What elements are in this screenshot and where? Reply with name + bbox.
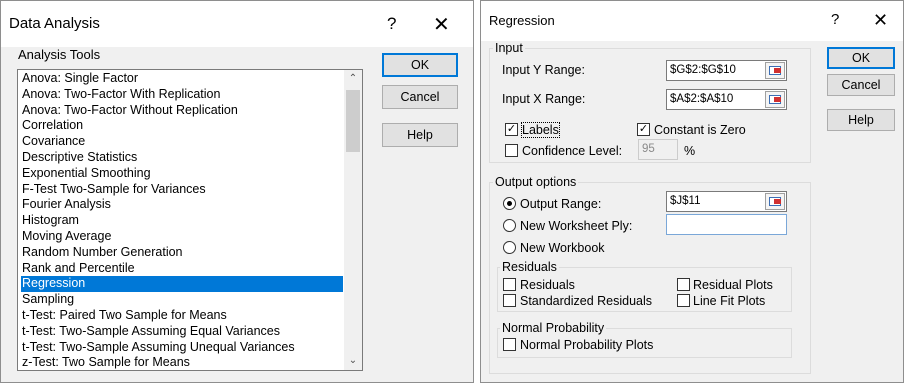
new-workbook-label: New Workbook: [520, 241, 605, 255]
regression-dialog: Regression ? ✕ Input Input Y Range: $G$2…: [480, 0, 904, 383]
range-select-icon[interactable]: [765, 91, 785, 108]
list-item[interactable]: Moving Average: [21, 229, 343, 245]
tools-scrollbar[interactable]: ⌃ ⌄: [344, 70, 362, 370]
list-item[interactable]: Correlation: [21, 118, 343, 134]
output-range-field[interactable]: $J$11: [666, 191, 787, 212]
ok-button[interactable]: OK: [827, 47, 895, 69]
confidence-level-label: Confidence Level:: [522, 144, 623, 158]
constant-is-zero-label: Constant is Zero: [654, 123, 746, 137]
output-range-radio[interactable]: [503, 197, 516, 210]
labels-checkbox[interactable]: ✓: [505, 123, 518, 136]
residuals-group-label: Residuals: [500, 260, 559, 274]
list-item[interactable]: Exponential Smoothing: [21, 166, 343, 182]
list-item[interactable]: Histogram: [21, 213, 343, 229]
output-range-label: Output Range:: [520, 197, 602, 211]
list-item[interactable]: F-Test Two-Sample for Variances: [21, 182, 343, 198]
input-x-range-label: Input X Range:: [502, 92, 586, 106]
labels-label: Labels: [521, 122, 560, 138]
scroll-thumb[interactable]: [346, 90, 360, 152]
regression-title: Regression: [489, 13, 555, 28]
data-analysis-title: Data Analysis: [9, 15, 100, 32]
range-select-icon[interactable]: [765, 62, 785, 79]
residuals-checkbox[interactable]: [503, 278, 516, 291]
percent-sign: %: [684, 144, 696, 158]
close-icon[interactable]: ✕: [873, 10, 888, 31]
help-button[interactable]: Help: [382, 123, 458, 147]
input-y-range-value: $G$2:$G$10: [670, 64, 736, 76]
residuals-label: Residuals: [520, 278, 575, 292]
new-worksheet-label: New Worksheet Ply:: [520, 219, 633, 233]
cancel-button[interactable]: Cancel: [827, 74, 895, 96]
analysis-tools-label: Analysis Tools: [18, 47, 101, 62]
list-item[interactable]: t-Test: Two-Sample Assuming Equal Varian…: [21, 324, 343, 340]
list-item[interactable]: Sampling: [21, 292, 343, 308]
help-button[interactable]: Help: [827, 109, 895, 131]
confidence-level-checkbox[interactable]: [505, 144, 518, 157]
new-worksheet-radio[interactable]: [503, 219, 516, 232]
list-item[interactable]: t-Test: Two-Sample Assuming Unequal Vari…: [21, 340, 343, 356]
input-y-range-label: Input Y Range:: [502, 63, 585, 77]
output-range-value: $J$11: [670, 195, 701, 207]
list-item[interactable]: Anova: Two-Factor Without Replication: [21, 103, 343, 119]
list-item[interactable]: Fourier Analysis: [21, 197, 343, 213]
list-item[interactable]: Anova: Single Factor: [21, 71, 343, 87]
input-y-range-field[interactable]: $G$2:$G$10: [666, 60, 787, 81]
confidence-level-field[interactable]: 95: [638, 139, 678, 160]
close-icon[interactable]: ✕: [433, 12, 450, 37]
analysis-tools-list[interactable]: Anova: Single Factor Anova: Two-Factor Wi…: [17, 69, 363, 371]
standardized-residuals-label: Standardized Residuals: [520, 294, 653, 308]
list-item[interactable]: Descriptive Statistics: [21, 150, 343, 166]
standardized-residuals-checkbox[interactable]: [503, 294, 516, 307]
scroll-up-icon[interactable]: ⌃: [344, 70, 362, 88]
input-x-range-field[interactable]: $A$2:$A$10: [666, 89, 787, 110]
list-item[interactable]: Random Number Generation: [21, 245, 343, 261]
normal-probability-plots-label: Normal Probability Plots: [520, 338, 654, 352]
scroll-down-icon[interactable]: ⌄: [344, 352, 362, 370]
ok-button[interactable]: OK: [382, 53, 458, 77]
data-analysis-dialog: Data Analysis ? ✕ Analysis Tools Anova: …: [0, 0, 474, 383]
list-item[interactable]: Regression: [21, 276, 343, 293]
new-workbook-radio[interactable]: [503, 241, 516, 254]
input-x-range-value: $A$2:$A$10: [670, 93, 734, 105]
list-item[interactable]: t-Test: Paired Two Sample for Means: [21, 308, 343, 324]
normal-probability-plots-checkbox[interactable]: [503, 338, 516, 351]
normal-probability-group-label: Normal Probability: [500, 321, 607, 335]
output-options-label: Output options: [493, 175, 579, 189]
residual-plots-checkbox[interactable]: [677, 278, 690, 291]
range-select-icon[interactable]: [765, 193, 785, 210]
help-icon[interactable]: ?: [831, 11, 839, 28]
data-analysis-titlebar: Data Analysis ? ✕: [1, 1, 473, 47]
input-group-label: Input: [493, 41, 525, 55]
line-fit-plots-checkbox[interactable]: [677, 294, 690, 307]
line-fit-plots-label: Line Fit Plots: [693, 294, 766, 308]
list-item[interactable]: Covariance: [21, 134, 343, 150]
list-item[interactable]: Anova: Two-Factor With Replication: [21, 87, 343, 103]
list-item[interactable]: z-Test: Two Sample for Means: [21, 355, 343, 370]
regression-titlebar: Regression ? ✕: [481, 1, 903, 41]
list-item[interactable]: Rank and Percentile: [21, 261, 343, 277]
constant-is-zero-checkbox[interactable]: ✓: [637, 123, 650, 136]
residual-plots-label: Residual Plots: [693, 278, 773, 292]
new-worksheet-field[interactable]: [666, 214, 787, 235]
cancel-button[interactable]: Cancel: [382, 85, 458, 109]
help-icon[interactable]: ?: [387, 14, 396, 34]
